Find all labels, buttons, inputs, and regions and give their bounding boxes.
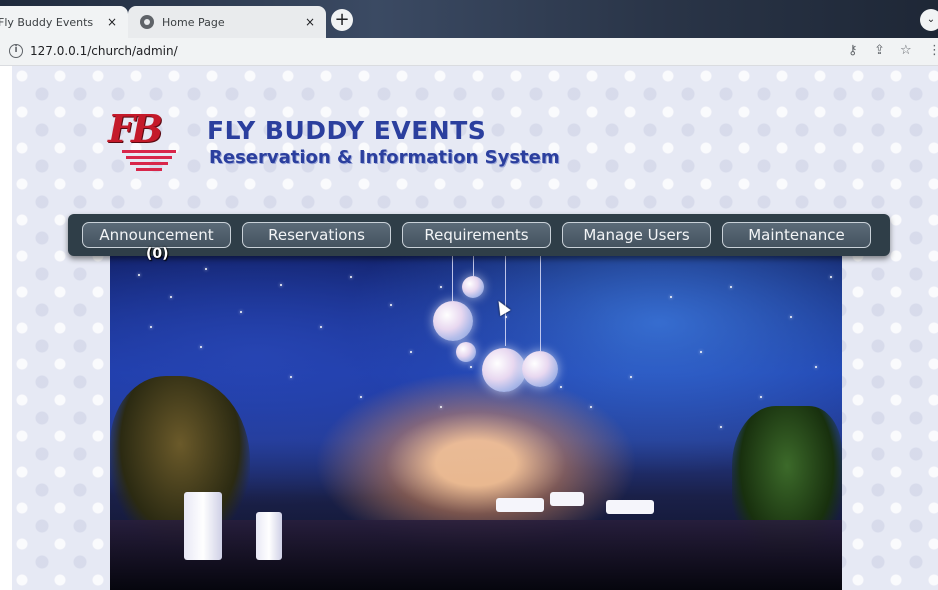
lounge-sofa [550, 492, 584, 506]
browser-tab-bar: Fly Buddy Events × Home Page × + ⌄ [0, 0, 938, 38]
nav-reservations[interactable]: Reservations [242, 222, 391, 248]
share-icon[interactable]: ⇪ [874, 43, 885, 58]
tab-title: Home Page [162, 15, 225, 29]
page-body: FB FLY BUDDY EVENTS Reservation & Inform… [12, 66, 938, 590]
logo-stripe [130, 162, 168, 165]
key-icon[interactable]: ⚷ [848, 43, 858, 58]
disco-ball [456, 342, 476, 362]
tab-home-page[interactable]: Home Page × [128, 6, 326, 38]
nav-maintenance[interactable]: Maintenance [722, 222, 871, 248]
cocktail-table [256, 512, 282, 560]
logo: FB [108, 106, 188, 176]
star-icon[interactable]: ☆ [900, 43, 912, 58]
info-icon[interactable]: i [9, 44, 23, 58]
cocktail-table [184, 492, 222, 560]
url-field[interactable]: 127.0.0.1/church/admin/ [30, 44, 178, 58]
disco-ball [482, 348, 526, 392]
logo-stripe [126, 156, 172, 159]
lounge-sofa [496, 498, 544, 512]
globe-icon [140, 15, 154, 29]
address-bar: i 127.0.0.1/church/admin/ ⚷ ⇪ ☆ ⋮ [0, 38, 938, 66]
disco-ball [522, 351, 558, 387]
logo-text: FB [108, 106, 163, 151]
logo-stripe [136, 168, 162, 171]
tab-title: Fly Buddy Events [0, 15, 94, 29]
lounge-sofa [606, 500, 654, 514]
site-subtitle: Reservation & Information System [209, 147, 560, 168]
tab-fly-buddy-events[interactable]: Fly Buddy Events × [0, 6, 128, 38]
nav-requirements[interactable]: Requirements [402, 222, 551, 248]
logo-stripe [122, 150, 176, 153]
close-icon[interactable]: × [104, 14, 120, 30]
site-title: FLY BUDDY EVENTS [207, 116, 487, 145]
nav-announcement[interactable]: Announcement [82, 222, 231, 248]
close-icon[interactable]: × [302, 14, 318, 30]
new-tab-button[interactable]: + [331, 9, 353, 31]
main-nav: Announcement Reservations Requirements M… [68, 214, 890, 256]
announcement-count-badge: (0) [146, 246, 169, 262]
tab-search-icon[interactable]: ⌄ [920, 9, 938, 31]
disco-ball [433, 301, 473, 341]
hero-image [110, 256, 842, 590]
nav-manage-users[interactable]: Manage Users [562, 222, 711, 248]
kebab-menu-icon[interactable]: ⋮ [928, 43, 938, 58]
disco-ball [462, 276, 484, 298]
